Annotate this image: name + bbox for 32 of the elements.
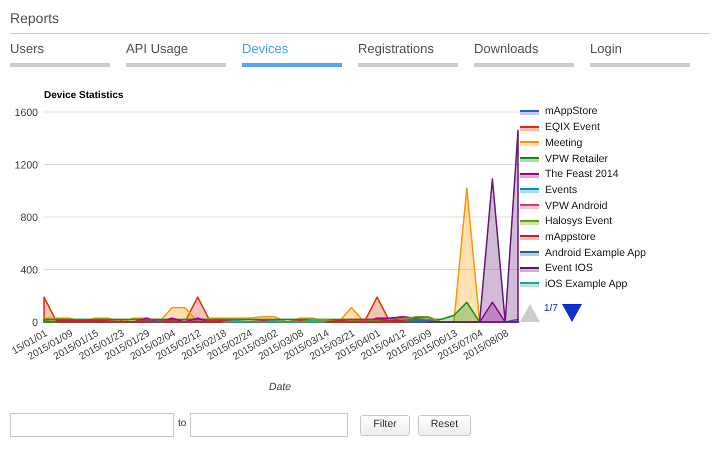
legend-label: iOS Example App	[545, 277, 628, 292]
legend-label: VPW Android	[545, 198, 608, 214]
x-axis-title: Date	[268, 381, 292, 393]
y-tick-label: 800	[20, 212, 38, 224]
y-tick-label: 1200	[14, 160, 38, 172]
range-separator: to	[178, 416, 186, 430]
legend-label: Events	[545, 182, 578, 198]
legend-label: mAppstore	[545, 230, 596, 245]
tab[interactable]: Users	[10, 41, 110, 67]
tab[interactable]: API Usage	[126, 41, 226, 67]
y-tick-label: 400	[20, 264, 38, 276]
legend-label: mAppStore	[545, 104, 598, 120]
filter-button[interactable]: Filter	[360, 414, 410, 436]
date-input[interactable]	[190, 413, 348, 437]
tab[interactable]: Downloads	[474, 41, 574, 67]
date-input[interactable]	[10, 413, 174, 437]
next-page-icon[interactable]	[562, 304, 582, 322]
chart-title: Device Statistics	[44, 90, 124, 101]
legend-label: Meeting	[545, 136, 582, 151]
y-tick-label: 0	[32, 317, 38, 329]
page-indicator: 1/7	[544, 304, 558, 314]
page-title: Reports	[10, 9, 60, 27]
tab[interactable]: Registrations	[358, 41, 458, 67]
legend-label: Event IOS	[545, 261, 593, 276]
reset-button[interactable]: Reset	[418, 414, 472, 436]
legend-label: The Feast 2014	[545, 167, 619, 182]
legend-label: EQIX Event	[545, 120, 600, 136]
legend-label: Android Example App	[545, 246, 646, 261]
tab[interactable]: Login	[590, 41, 690, 67]
legend-label: Halosys Event	[545, 214, 612, 230]
legend-label: VPW Retailer	[545, 152, 608, 167]
y-tick-label: 1600	[14, 107, 38, 119]
